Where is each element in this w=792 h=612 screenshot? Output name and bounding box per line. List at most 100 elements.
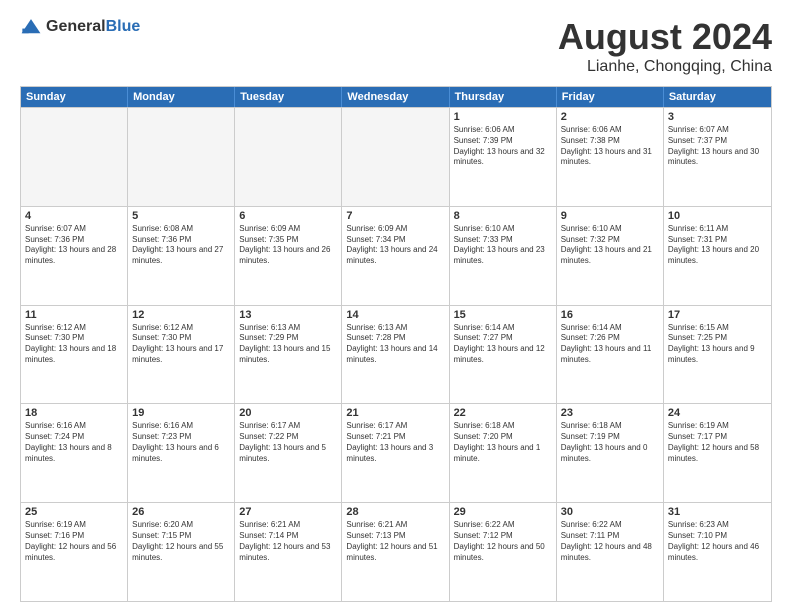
calendar-row-1: 4Sunrise: 6:07 AM Sunset: 7:36 PM Daylig…: [21, 206, 771, 305]
cell-details: Sunrise: 6:18 AM Sunset: 7:20 PM Dayligh…: [454, 421, 552, 464]
cell-details: Sunrise: 6:13 AM Sunset: 7:29 PM Dayligh…: [239, 323, 337, 366]
table-row: 27 Sunrise: 6:21 AM Sunset: 7:14 PM Dayli…: [235, 503, 342, 601]
day-number: 27: [239, 506, 337, 518]
logo-text: GeneralBlue: [46, 18, 140, 36]
day-number: 15: [454, 309, 552, 321]
cell-details: Sunrise: 6:14 AM Sunset: 7:26 PM Dayligh…: [561, 323, 659, 366]
table-row: [21, 108, 128, 206]
day-number: 12: [132, 309, 230, 321]
day-number: 17: [668, 309, 767, 321]
day-number: 2: [561, 111, 659, 123]
cell-details: Sunrise: 6:22 AM Sunset: 7:12 PM Dayligh…: [454, 520, 552, 563]
logo: GeneralBlue: [20, 16, 140, 38]
calendar: Sunday Monday Tuesday Wednesday Thursday…: [20, 86, 772, 602]
day-number: 6: [239, 210, 337, 222]
table-row: 31 Sunrise: 6:23 AM Sunset: 7:10 PM Dayli…: [664, 503, 771, 601]
day-number: 23: [561, 407, 659, 419]
table-row: 6 Sunrise: 6:09 AM Sunset: 7:35 PM Daylig…: [235, 207, 342, 305]
day-number: 20: [239, 407, 337, 419]
table-row: 22 Sunrise: 6:18 AM Sunset: 7:20 PM Dayli…: [450, 404, 557, 502]
table-row: 14 Sunrise: 6:13 AM Sunset: 7:28 PM Dayli…: [342, 306, 449, 404]
cell-details: Sunrise: 6:21 AM Sunset: 7:13 PM Dayligh…: [346, 520, 444, 563]
table-row: 7Sunrise: 6:09 AM Sunset: 7:34 PM Daylig…: [342, 207, 449, 305]
cell-details: Sunrise: 6:17 AM Sunset: 7:21 PM Dayligh…: [346, 421, 444, 464]
table-row: 4Sunrise: 6:07 AM Sunset: 7:36 PM Daylig…: [21, 207, 128, 305]
table-row: 11Sunrise: 6:12 AM Sunset: 7:30 PM Dayli…: [21, 306, 128, 404]
table-row: [128, 108, 235, 206]
day-number: 28: [346, 506, 444, 518]
day-number: 11: [25, 309, 123, 321]
table-row: 24 Sunrise: 6:19 AM Sunset: 7:17 PM Dayli…: [664, 404, 771, 502]
calendar-row-0: 1Sunrise: 6:06 AM Sunset: 7:39 PM Daylig…: [21, 107, 771, 206]
table-row: 5 Sunrise: 6:08 AM Sunset: 7:36 PM Daylig…: [128, 207, 235, 305]
cell-details: Sunrise: 6:23 AM Sunset: 7:10 PM Dayligh…: [668, 520, 767, 563]
day-number: 14: [346, 309, 444, 321]
logo-icon: [20, 16, 42, 38]
day-number: 18: [25, 407, 123, 419]
col-sunday: Sunday: [21, 87, 128, 107]
day-number: 8: [454, 210, 552, 222]
table-row: 3Sunrise: 6:07 AM Sunset: 7:37 PM Daylig…: [664, 108, 771, 206]
calendar-row-4: 25 Sunrise: 6:19 AM Sunset: 7:16 PM Dayli…: [21, 502, 771, 601]
cell-details: Sunrise: 6:16 AM Sunset: 7:24 PM Dayligh…: [25, 421, 123, 464]
header: GeneralBlue August 2024 Lianhe, Chongqin…: [20, 16, 772, 76]
day-number: 31: [668, 506, 767, 518]
cell-details: Sunrise: 6:20 AM Sunset: 7:15 PM Dayligh…: [132, 520, 230, 563]
cell-details: Sunrise: 6:06 AM Sunset: 7:38 PM Dayligh…: [561, 125, 659, 168]
subtitle: Lianhe, Chongqing, China: [558, 58, 772, 76]
day-number: 1: [454, 111, 552, 123]
logo-general: General: [46, 18, 106, 35]
cell-details: Sunrise: 6:08 AM Sunset: 7:36 PM Dayligh…: [132, 224, 230, 267]
table-row: 26 Sunrise: 6:20 AM Sunset: 7:15 PM Dayli…: [128, 503, 235, 601]
table-row: 10 Sunrise: 6:11 AM Sunset: 7:31 PM Dayli…: [664, 207, 771, 305]
table-row: 2 Sunrise: 6:06 AM Sunset: 7:38 PM Daylig…: [557, 108, 664, 206]
title-area: August 2024 Lianhe, Chongqing, China: [558, 16, 772, 76]
cell-details: Sunrise: 6:19 AM Sunset: 7:17 PM Dayligh…: [668, 421, 767, 464]
table-row: 19Sunrise: 6:16 AM Sunset: 7:23 PM Dayli…: [128, 404, 235, 502]
table-row: 16 Sunrise: 6:14 AM Sunset: 7:26 PM Dayli…: [557, 306, 664, 404]
table-row: 29 Sunrise: 6:22 AM Sunset: 7:12 PM Dayli…: [450, 503, 557, 601]
cell-details: Sunrise: 6:13 AM Sunset: 7:28 PM Dayligh…: [346, 323, 444, 366]
cell-details: Sunrise: 6:21 AM Sunset: 7:14 PM Dayligh…: [239, 520, 337, 563]
day-number: 24: [668, 407, 767, 419]
day-number: 10: [668, 210, 767, 222]
day-number: 5: [132, 210, 230, 222]
table-row: 25 Sunrise: 6:19 AM Sunset: 7:16 PM Dayli…: [21, 503, 128, 601]
day-number: 26: [132, 506, 230, 518]
cell-details: Sunrise: 6:17 AM Sunset: 7:22 PM Dayligh…: [239, 421, 337, 464]
table-row: 1Sunrise: 6:06 AM Sunset: 7:39 PM Daylig…: [450, 108, 557, 206]
table-row: 23 Sunrise: 6:18 AM Sunset: 7:19 PM Dayli…: [557, 404, 664, 502]
day-number: 25: [25, 506, 123, 518]
table-row: 13 Sunrise: 6:13 AM Sunset: 7:29 PM Dayli…: [235, 306, 342, 404]
cell-details: Sunrise: 6:15 AM Sunset: 7:25 PM Dayligh…: [668, 323, 767, 366]
col-wednesday: Wednesday: [342, 87, 449, 107]
table-row: 17 Sunrise: 6:15 AM Sunset: 7:25 PM Dayli…: [664, 306, 771, 404]
cell-details: Sunrise: 6:19 AM Sunset: 7:16 PM Dayligh…: [25, 520, 123, 563]
col-monday: Monday: [128, 87, 235, 107]
col-saturday: Saturday: [664, 87, 771, 107]
logo-blue: Blue: [106, 18, 141, 35]
page: GeneralBlue August 2024 Lianhe, Chongqin…: [0, 0, 792, 612]
cell-details: Sunrise: 6:22 AM Sunset: 7:11 PM Dayligh…: [561, 520, 659, 563]
cell-details: Sunrise: 6:07 AM Sunset: 7:36 PM Dayligh…: [25, 224, 123, 267]
cell-details: Sunrise: 6:10 AM Sunset: 7:32 PM Dayligh…: [561, 224, 659, 267]
day-number: 22: [454, 407, 552, 419]
cell-details: Sunrise: 6:09 AM Sunset: 7:34 PM Dayligh…: [346, 224, 444, 267]
cell-details: Sunrise: 6:18 AM Sunset: 7:19 PM Dayligh…: [561, 421, 659, 464]
day-number: 29: [454, 506, 552, 518]
day-number: 19: [132, 407, 230, 419]
cell-details: Sunrise: 6:12 AM Sunset: 7:30 PM Dayligh…: [132, 323, 230, 366]
cell-details: Sunrise: 6:09 AM Sunset: 7:35 PM Dayligh…: [239, 224, 337, 267]
cell-details: Sunrise: 6:11 AM Sunset: 7:31 PM Dayligh…: [668, 224, 767, 267]
table-row: 30Sunrise: 6:22 AM Sunset: 7:11 PM Dayli…: [557, 503, 664, 601]
calendar-row-2: 11 Sunrise: 6:12 AM Sunset: 7:30 PM Dayli…: [21, 305, 771, 404]
calendar-body: 1Sunrise: 6:06 AM Sunset: 7:39 PM Daylig…: [21, 107, 771, 601]
table-row: [342, 108, 449, 206]
col-friday: Friday: [557, 87, 664, 107]
day-number: 16: [561, 309, 659, 321]
logo-area: GeneralBlue: [20, 16, 140, 38]
table-row: 21Sunrise: 6:17 AM Sunset: 7:21 PM Dayli…: [342, 404, 449, 502]
day-number: 13: [239, 309, 337, 321]
day-number: 3: [668, 111, 767, 123]
table-row: 20 Sunrise: 6:17 AM Sunset: 7:22 PM Dayli…: [235, 404, 342, 502]
